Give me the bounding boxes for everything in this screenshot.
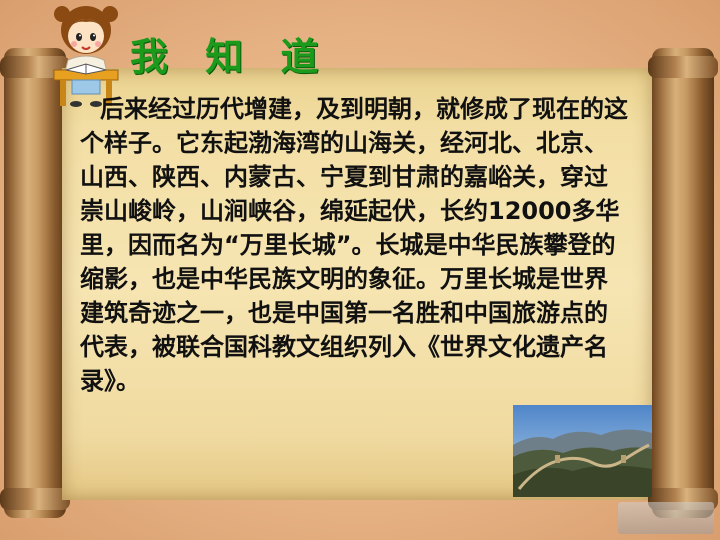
scroll-roller-right xyxy=(648,48,718,518)
scroll-roller-left xyxy=(0,48,70,518)
great-wall-photo xyxy=(513,405,652,497)
slide-heading: 我 知 道 xyxy=(130,35,331,79)
watermark-logo xyxy=(618,502,714,534)
body-paragraph: 后来经过历代增建，及到明朝，就修成了现在的这个样子。它东起渤海湾的山海关，经河北… xyxy=(80,95,628,395)
